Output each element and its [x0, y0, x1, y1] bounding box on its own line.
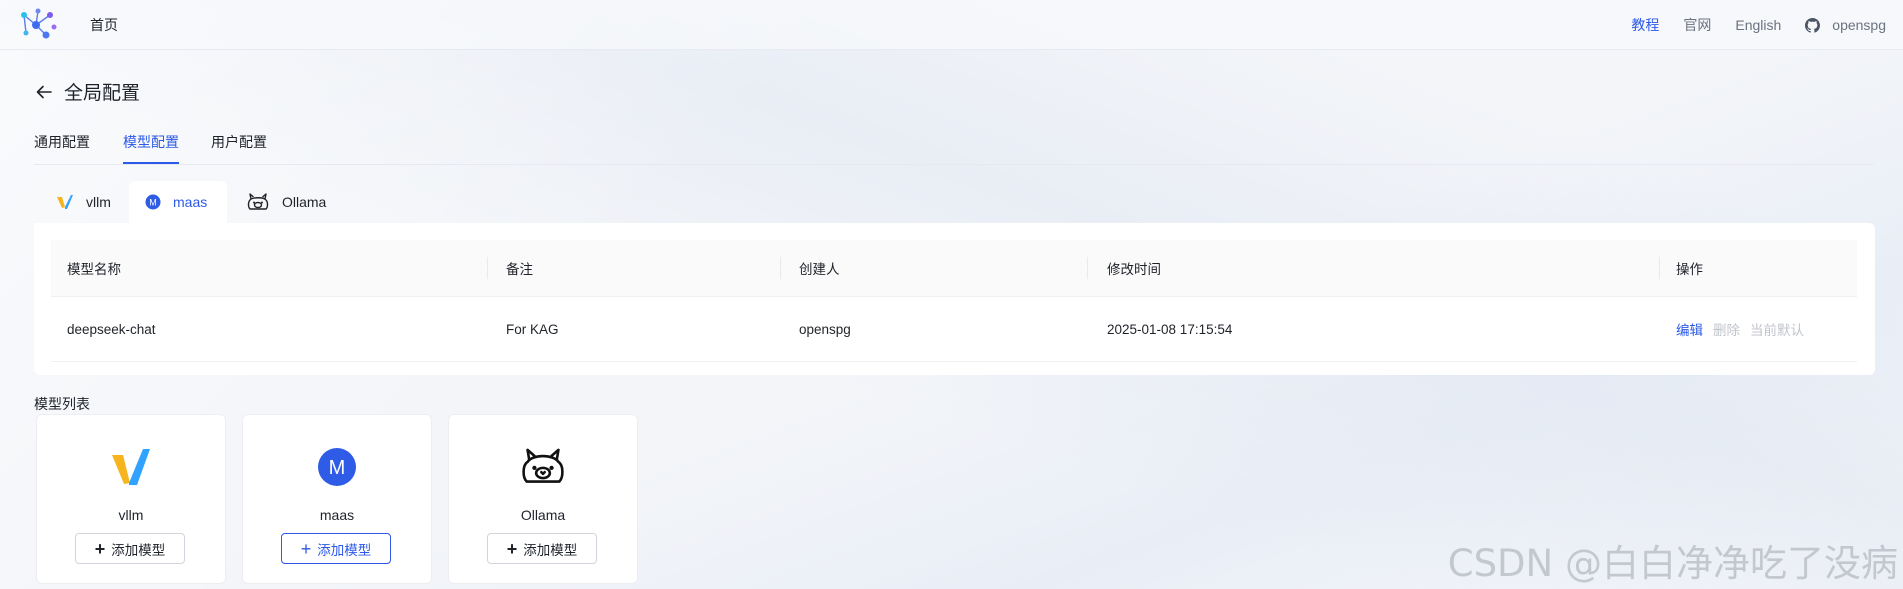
cell-note: For KAG [506, 321, 559, 337]
provider-tab-label: maas [173, 194, 208, 210]
add-model-label: 添加模型 [317, 542, 372, 558]
tab-user-config[interactable]: 用户配置 [211, 132, 267, 162]
svg-text:M: M [149, 197, 157, 207]
col-creator: 创建人 [799, 262, 840, 277]
table-row: deepseek-chat For KAG openspg 2025-01-08… [51, 297, 1857, 362]
col-model-name: 模型名称 [67, 262, 121, 277]
table-header: 模型名称 备注 创建人 修改时间 操作 [51, 240, 1857, 297]
ollama-icon [246, 192, 270, 212]
tab-general-config[interactable]: 通用配置 [34, 132, 90, 162]
link-english[interactable]: English [1735, 17, 1781, 33]
model-card-maas: M maas + 添加模型 [242, 414, 432, 584]
vllm-icon [56, 194, 74, 210]
set-default-button[interactable]: 当前默认 [1750, 319, 1804, 339]
col-actions: 操作 [1676, 262, 1703, 277]
plus-icon: + [506, 538, 518, 559]
model-table-panel: 模型名称 备注 创建人 修改时间 操作 deepseek-chat For KA… [34, 223, 1875, 375]
provider-tab-maas[interactable]: M maas [129, 181, 227, 223]
model-card-name: maas [319, 507, 355, 523]
provider-tab-vllm[interactable]: vllm [40, 181, 127, 223]
plus-icon: + [94, 538, 106, 559]
column-divider [487, 257, 488, 279]
column-divider [780, 257, 781, 279]
model-list-label: 模型列表 [34, 396, 90, 412]
column-divider [1087, 257, 1088, 279]
vllm-logo-icon [107, 443, 155, 491]
delete-button[interactable]: 删除 [1713, 319, 1740, 339]
plus-icon: + [300, 538, 312, 559]
edit-button[interactable]: 编辑 [1676, 319, 1703, 339]
csdn-watermark: CSDN @白白净净吃了没病 [1447, 542, 1898, 585]
svg-text:M: M [329, 457, 346, 479]
provider-tab-label: vllm [86, 194, 111, 210]
link-tutorial[interactable]: 教程 [1631, 15, 1659, 35]
add-model-button[interactable]: + 添加模型 [487, 533, 597, 564]
ollama-logo-icon [519, 443, 567, 491]
maas-logo-icon: M [313, 443, 361, 491]
model-card-vllm: vllm + 添加模型 [36, 414, 226, 584]
openspg-logo[interactable] [16, 5, 60, 43]
cell-modified-time: 2025-01-08 17:15:54 [1107, 321, 1233, 337]
model-card-name: vllm [118, 507, 144, 523]
back-arrow-icon[interactable] [34, 82, 54, 102]
config-tabs: 通用配置 模型配置 用户配置 [34, 120, 1874, 165]
provider-tab-label: Ollama [282, 194, 327, 210]
add-model-label: 添加模型 [523, 542, 578, 558]
link-official-site[interactable]: 官网 [1683, 15, 1711, 35]
add-model-label: 添加模型 [111, 542, 166, 558]
add-model-button[interactable]: + 添加模型 [75, 533, 185, 564]
cell-model-name: deepseek-chat [67, 321, 156, 337]
github-icon [1805, 17, 1821, 33]
github-label: openspg [1832, 17, 1886, 33]
model-card-ollama: Ollama + 添加模型 [448, 414, 638, 584]
provider-tab-ollama[interactable]: Ollama [230, 181, 342, 223]
column-divider [1659, 257, 1660, 279]
col-note: 备注 [506, 262, 533, 277]
cell-creator: openspg [799, 321, 851, 337]
top-navbar: 首页 教程 官网 English openspg [0, 0, 1903, 50]
model-card-name: Ollama [520, 507, 566, 523]
nav-home[interactable]: 首页 [90, 15, 118, 35]
col-modified-time: 修改时间 [1107, 262, 1161, 277]
top-right-links: 教程 官网 English openspg [1607, 15, 1886, 35]
page-title: 全局配置 [64, 83, 141, 104]
page-header: 全局配置 [34, 78, 140, 105]
tab-model-config[interactable]: 模型配置 [123, 132, 179, 164]
add-model-button[interactable]: + 添加模型 [281, 533, 391, 564]
cell-actions: 编辑 删除 当前默认 [1676, 297, 1814, 361]
github-link[interactable]: openspg [1805, 17, 1886, 33]
maas-icon: M [145, 194, 161, 210]
